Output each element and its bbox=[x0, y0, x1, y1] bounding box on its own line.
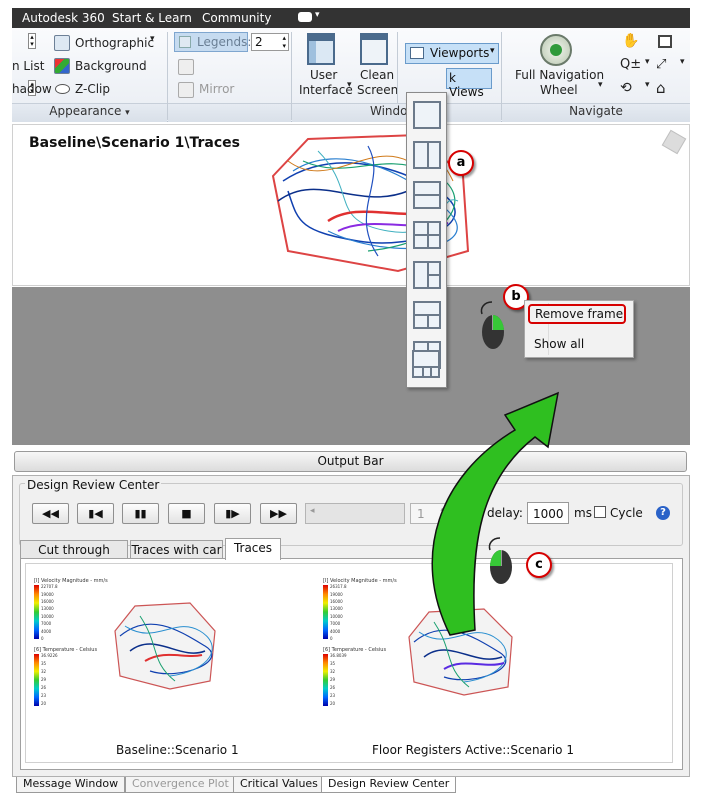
legends-count-value: 2 bbox=[255, 35, 263, 49]
clean-screen-label-2[interactable]: Screen bbox=[357, 83, 398, 97]
tab-message-window[interactable]: Message Window bbox=[16, 777, 126, 793]
menu-autodesk-360[interactable]: Autodesk 360 bbox=[22, 11, 105, 25]
model-viewport[interactable]: Baseline\Scenario 1\Traces bbox=[12, 124, 690, 286]
layout-two-horizontal-icon[interactable] bbox=[413, 181, 441, 209]
orbit-icon[interactable]: ⟲ bbox=[620, 80, 632, 96]
panel-label-window: Windo bbox=[292, 103, 501, 122]
full-navigation-label-1[interactable]: Full Navigation bbox=[515, 68, 604, 82]
menu-community[interactable]: Community bbox=[202, 11, 271, 25]
thumbnail-caption-right: Floor Registers Active::Scenario 1 bbox=[372, 743, 574, 757]
panel-label-appearance[interactable]: Appearance ▾ bbox=[12, 103, 167, 122]
home-icon[interactable]: ⌂ bbox=[656, 79, 666, 97]
chevron-down-icon[interactable]: ▾ bbox=[315, 10, 320, 20]
shadow-button[interactable]: hadow bbox=[12, 82, 52, 96]
thumbnail-baseline[interactable]: [I] Velocity Magnitude - mm/s 22707.8 19… bbox=[30, 575, 290, 757]
first-frame-button[interactable]: ◀◀ bbox=[32, 503, 69, 524]
viewports-dropdown[interactable]: Viewports ▾ bbox=[405, 43, 499, 64]
spinner-icon[interactable]: ▴ ▾ bbox=[28, 33, 36, 49]
viewports-icon bbox=[410, 47, 424, 59]
tab-traces[interactable]: Traces bbox=[225, 538, 281, 560]
help-icon[interactable]: ? bbox=[656, 506, 670, 520]
next-frame-button[interactable]: ▮▶ bbox=[214, 503, 251, 524]
chevron-down-icon: ▾ bbox=[490, 46, 495, 56]
panel-label-navigate: Navigate bbox=[502, 103, 690, 122]
zclip-button[interactable]: Z-Clip bbox=[75, 82, 110, 96]
help-icon[interactable] bbox=[298, 12, 312, 22]
tab-traces-with-car[interactable]: Traces with car bbox=[130, 540, 223, 560]
pause-button[interactable]: ▮▮ bbox=[122, 503, 159, 524]
chevron-down-icon[interactable]: ▾ bbox=[645, 57, 650, 67]
layout-three-left-icon[interactable] bbox=[413, 261, 441, 289]
traces-thumbnail-image-left bbox=[114, 602, 216, 690]
legends-count-spinner[interactable]: 2 ▴ ▾ bbox=[251, 33, 289, 51]
orthographic-icon bbox=[54, 35, 70, 51]
viewports-menu bbox=[406, 92, 447, 388]
clean-screen-icon bbox=[360, 33, 388, 65]
view-list-button[interactable]: n List bbox=[12, 59, 44, 73]
layout-bottom-three-icon[interactable] bbox=[412, 350, 440, 378]
legends-label: Legends: bbox=[197, 35, 252, 49]
user-interface-icon bbox=[307, 33, 335, 65]
callout-a: a bbox=[448, 150, 474, 176]
cycle-label: Cycle bbox=[610, 506, 643, 520]
link-views-label: k Views bbox=[449, 71, 484, 99]
viewport-title: Baseline\Scenario 1\Traces bbox=[29, 135, 240, 151]
stop-button[interactable]: ■ bbox=[168, 503, 205, 524]
chevron-down-icon[interactable]: ▾ bbox=[347, 80, 352, 90]
pan-hand-icon[interactable]: ✋ bbox=[622, 33, 639, 49]
output-bar-button[interactable]: Output Bar bbox=[14, 451, 687, 472]
user-interface-label-2[interactable]: Interface bbox=[299, 83, 353, 97]
tab-cut-through-seats[interactable]: Cut through seats bbox=[20, 540, 128, 575]
tab-convergence-plot[interactable]: Convergence Plot bbox=[125, 777, 236, 793]
drag-arrow-icon bbox=[431, 391, 559, 636]
chevron-down-icon[interactable]: ▾ bbox=[150, 34, 155, 44]
cycle-checkbox[interactable] bbox=[594, 506, 606, 518]
layout-single-icon[interactable] bbox=[413, 101, 441, 129]
background-icon bbox=[54, 58, 70, 74]
menu-item-remove-frame[interactable]: Remove frame bbox=[528, 304, 626, 324]
fit-icon[interactable]: ⤢ bbox=[656, 57, 666, 72]
tab-design-review-center[interactable]: Design Review Center bbox=[321, 777, 457, 793]
link-views-button[interactable]: k Views bbox=[446, 68, 492, 99]
panel-label-appearance-extra bbox=[168, 103, 291, 122]
callout-c: c bbox=[526, 552, 552, 578]
legends-button[interactable]: Legends: bbox=[174, 32, 252, 52]
user-interface-label-1[interactable]: User bbox=[310, 68, 337, 82]
mouse-right-click-icon bbox=[480, 301, 504, 349]
drc-title: Design Review Center bbox=[25, 478, 162, 492]
viewcube-icon[interactable] bbox=[661, 129, 687, 155]
zoom-icon[interactable]: Q± bbox=[620, 57, 641, 72]
background-button[interactable]: Background bbox=[75, 59, 147, 73]
mouse-click-icon bbox=[488, 537, 512, 584]
clean-screen-label-1[interactable]: Clean bbox=[360, 68, 394, 82]
frame-slider[interactable]: ◂ bbox=[305, 503, 405, 524]
full-navigation-label-2[interactable]: Wheel bbox=[540, 83, 578, 97]
delay-unit: ms bbox=[574, 506, 592, 520]
chevron-down-icon: ▾ bbox=[125, 108, 130, 118]
remove-frame-label: Remove frame bbox=[535, 307, 624, 321]
zclip-icon bbox=[55, 84, 70, 94]
mirror-button[interactable]: Mirror bbox=[199, 82, 234, 96]
legend-icon bbox=[179, 36, 191, 48]
layout-two-vertical-icon[interactable] bbox=[413, 141, 441, 169]
tab-critical-values[interactable]: Critical Values bbox=[233, 777, 325, 793]
application-title-bar: Autodesk 360 Start & Learn Community ▾ bbox=[12, 8, 690, 28]
layout-four-icon[interactable] bbox=[413, 221, 441, 249]
chevron-down-icon[interactable]: ▾ bbox=[680, 57, 685, 67]
menu-item-show-all[interactable]: Show all bbox=[534, 337, 584, 351]
menu-start-learn[interactable]: Start & Learn bbox=[112, 11, 192, 25]
viewports-label: Viewports bbox=[430, 46, 490, 60]
copy-icon bbox=[178, 59, 194, 75]
mirror-icon bbox=[178, 82, 194, 98]
navigation-wheel-icon bbox=[540, 34, 572, 66]
last-frame-button[interactable]: ▶▶ bbox=[260, 503, 297, 524]
context-menu: Remove frame Show all bbox=[524, 300, 634, 358]
layout-three-top-icon[interactable] bbox=[413, 301, 441, 329]
chevron-down-icon[interactable]: ▾ bbox=[645, 80, 650, 90]
previous-frame-button[interactable]: ▮◀ bbox=[77, 503, 114, 524]
chevron-down-icon[interactable]: ▾ bbox=[598, 80, 603, 90]
thumbnail-caption-left: Baseline::Scenario 1 bbox=[116, 743, 239, 757]
look-icon[interactable] bbox=[658, 35, 672, 48]
orthographic-dropdown[interactable]: Orthographic bbox=[75, 36, 154, 50]
